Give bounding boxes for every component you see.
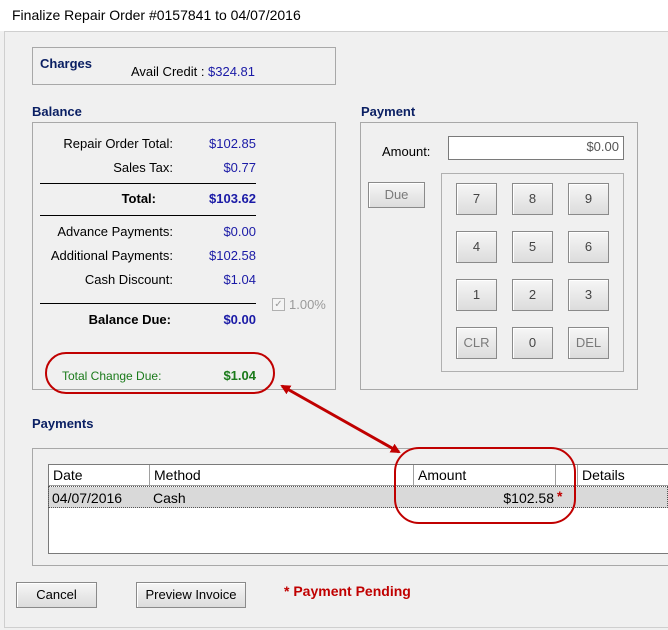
annotation-arrow [280, 384, 401, 454]
change-due-highlight-oval [45, 352, 275, 394]
annotation-overlay [45, 352, 576, 524]
amount-column-highlight-oval [394, 447, 576, 524]
